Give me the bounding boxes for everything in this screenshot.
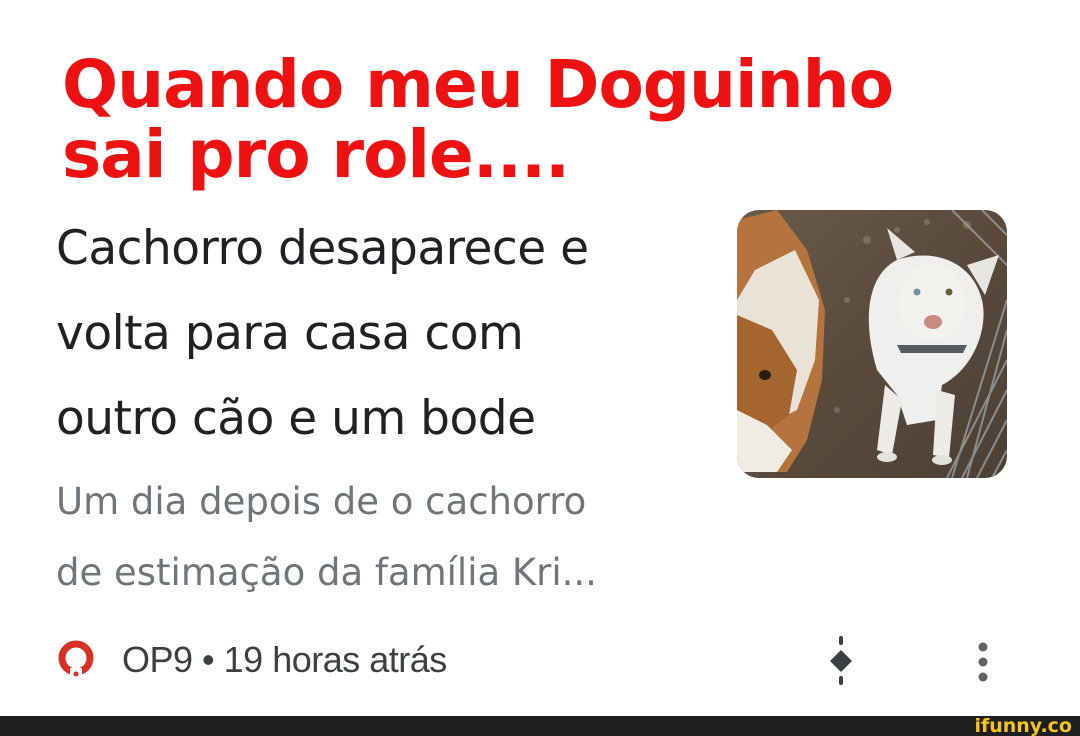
headline-line-1: Cachorro desaparece e <box>56 221 589 276</box>
ifunny-watermark: ifunny.co <box>974 715 1072 736</box>
snippet-line-2: de estimação da família Kri... <box>56 551 597 594</box>
snippet-line-1: Um dia depois de o cachorro <box>56 480 587 523</box>
headline-line-3: outro cão e um bode <box>56 391 536 446</box>
more-vert-icon[interactable] <box>968 640 998 684</box>
news-thumbnail[interactable] <box>737 210 1007 478</box>
source-name-time[interactable]: OP9 • 19 horas atrás <box>122 638 447 682</box>
news-headline[interactable]: Cachorro desaparece e volta para casa co… <box>56 206 716 461</box>
source-row: OP9 • 19 horas atrás <box>56 632 1016 688</box>
meme-caption-line-1: Quando meu Doguinho <box>62 46 894 123</box>
meme-caption-line-2: sai pro role.... <box>62 116 570 193</box>
watermark-bar: ifunny.co <box>0 716 1080 736</box>
brief-icon[interactable] <box>826 636 856 686</box>
dog-and-goat-photo <box>737 210 1007 478</box>
headline-line-2: volta para casa com <box>56 306 524 361</box>
meme-screenshot: Quando meu Doguinho sai pro role.... Cac… <box>0 0 1080 736</box>
op9-logo-icon <box>58 640 94 677</box>
news-snippet: Um dia depois de o cachorro de estimação… <box>56 466 716 608</box>
meme-caption: Quando meu Doguinho sai pro role.... <box>62 50 1052 190</box>
